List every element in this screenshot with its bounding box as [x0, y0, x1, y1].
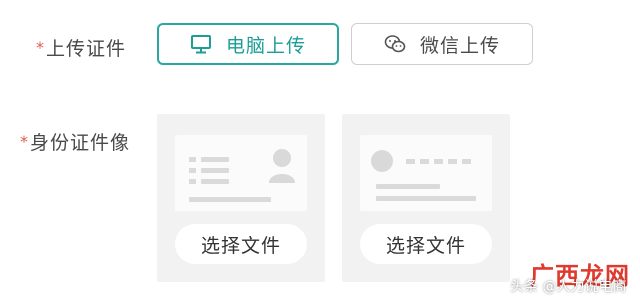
id-photo-label-text: 身份证件像	[30, 132, 131, 154]
id-front-upload-card[interactable]: 选择文件	[157, 114, 325, 282]
choose-file-button[interactable]: 选择文件	[175, 224, 307, 264]
upload-cert-label: *上传证件	[36, 34, 126, 61]
monitor-icon	[190, 33, 212, 55]
wechat-upload-label: 微信上传	[419, 34, 500, 57]
pc-upload-button[interactable]: 电脑上传	[157, 23, 339, 65]
portrait-icon	[269, 149, 295, 183]
pc-upload-label: 电脑上传	[225, 34, 306, 57]
required-mark: *	[36, 38, 45, 57]
emblem-icon	[371, 150, 393, 172]
required-mark: *	[20, 132, 29, 151]
id-front-illustration	[175, 135, 307, 211]
id-photo-label: *身份证件像	[20, 128, 130, 155]
id-back-upload-card[interactable]: 选择文件	[342, 114, 510, 282]
wechat-icon	[384, 33, 406, 55]
upload-cert-label-text: 上传证件	[46, 38, 127, 60]
watermark-caption: 头条 @人力说电商	[510, 279, 627, 295]
id-back-illustration	[360, 135, 492, 211]
choose-file-button[interactable]: 选择文件	[360, 224, 492, 264]
wechat-upload-button[interactable]: 微信上传	[351, 23, 533, 65]
